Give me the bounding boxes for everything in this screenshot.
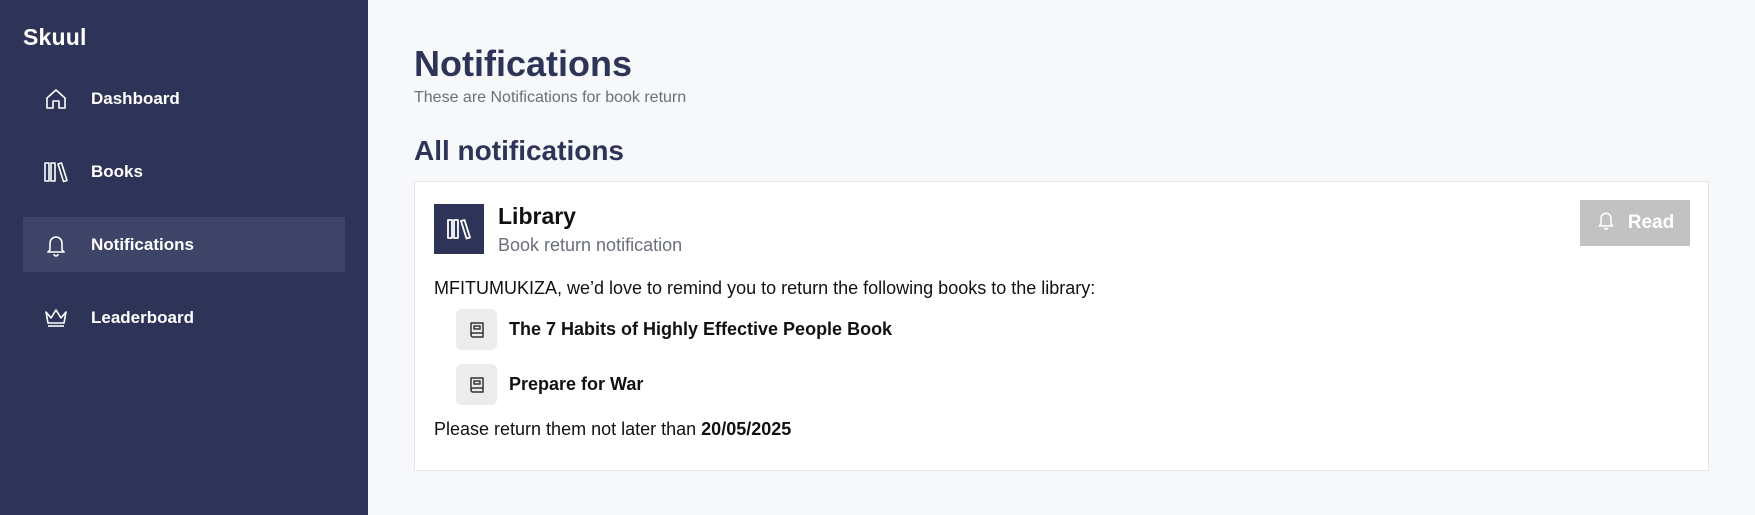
sidebar-item-dashboard[interactable]: Dashboard bbox=[23, 71, 345, 126]
sidebar-item-books[interactable]: Books bbox=[23, 144, 345, 199]
due-notice: Please return them not later than 20/05/… bbox=[434, 419, 1689, 440]
due-prefix: Please return them not later than bbox=[434, 419, 697, 440]
books-icon bbox=[43, 159, 69, 185]
book-icon bbox=[456, 364, 497, 406]
due-date: 20/05/2025 bbox=[701, 419, 792, 440]
crown-icon bbox=[43, 305, 69, 331]
app-logo[interactable]: Skuul bbox=[23, 24, 345, 51]
sidebar-item-label: Books bbox=[91, 161, 143, 181]
book-list: The 7 Habits of Highly Effective People … bbox=[456, 309, 1689, 406]
bell-icon bbox=[1596, 210, 1616, 236]
bell-icon bbox=[43, 232, 69, 258]
notification-card: Library Book return notification Read MF… bbox=[414, 181, 1709, 472]
notification-message: MFITUMUKIZA, we’d love to remind you to … bbox=[434, 278, 1096, 299]
main-content: Notifications These are Notifications fo… bbox=[368, 0, 1755, 515]
notification-header: Library Book return notification bbox=[434, 203, 1689, 256]
sidebar-item-label: Dashboard bbox=[91, 88, 180, 108]
book-title: The 7 Habits of Highly Effective People … bbox=[509, 319, 893, 340]
sidebar-item-notifications[interactable]: Notifications bbox=[23, 217, 345, 272]
sidebar-item-label: Leaderboard bbox=[91, 307, 194, 327]
notification-heading: Library Book return notification bbox=[498, 203, 683, 256]
notification-subtitle: Book return notification bbox=[498, 235, 683, 256]
sidebar: Skuul Dashboard Books Notifications Lead… bbox=[0, 0, 368, 515]
read-button[interactable]: Read bbox=[1580, 200, 1690, 247]
book-icon bbox=[456, 309, 497, 351]
read-button-label: Read bbox=[1627, 212, 1675, 234]
page-title: Notifications bbox=[414, 43, 633, 84]
page-subtitle: These are Notifications for book return bbox=[414, 89, 687, 107]
list-item: Prepare for War bbox=[456, 364, 1689, 406]
sidebar-item-label: Notifications bbox=[91, 234, 194, 254]
book-title: Prepare for War bbox=[509, 374, 644, 395]
section-title: All notifications bbox=[414, 135, 624, 167]
notification-title: Library bbox=[498, 203, 576, 230]
library-icon bbox=[434, 204, 484, 255]
list-item: The 7 Habits of Highly Effective People … bbox=[456, 309, 1689, 351]
sidebar-item-leaderboard[interactable]: Leaderboard bbox=[23, 290, 345, 345]
home-icon bbox=[43, 86, 69, 112]
